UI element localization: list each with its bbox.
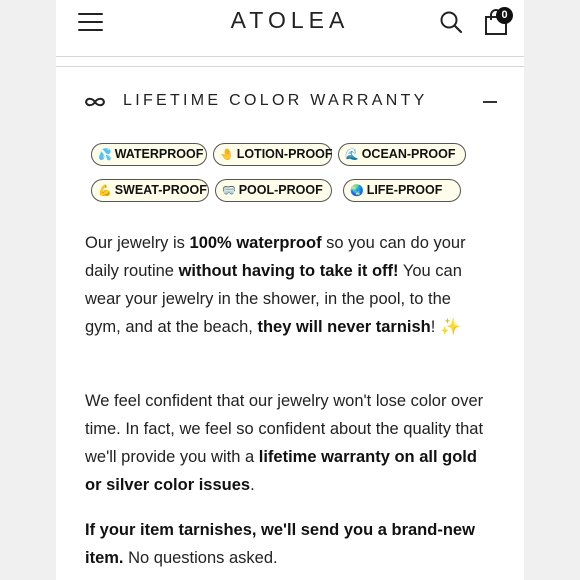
- header-divider: [56, 56, 524, 57]
- paragraph-replacement: If your item tarnishes, we'll send you a…: [85, 516, 485, 572]
- collapse-minus-icon[interactable]: [483, 101, 497, 103]
- badge-label: SWEAT-PROOF: [114, 183, 207, 197]
- section-divider: [56, 66, 524, 67]
- badge-pool-proof: 🥽 POOL-PROOF: [215, 179, 332, 202]
- bold-text: without having to take it off!: [178, 262, 399, 280]
- paragraph-warranty: We feel confident that our jewelry won't…: [85, 387, 485, 499]
- infinity-icon: [84, 97, 106, 107]
- badge-sweat-proof: 💪 SWEAT-PROOF: [91, 179, 209, 202]
- bold-text: they will never tarnish: [257, 318, 431, 336]
- muscle-icon: 💪: [98, 184, 112, 197]
- badge-label: WATERPROOF: [114, 147, 204, 161]
- cart-count-badge: 0: [496, 7, 513, 24]
- badge-label: LOTION-PROOF: [236, 147, 333, 161]
- badge-lotion-proof: 🤚 LOTION-PROOF: [213, 143, 333, 166]
- page-container: ATOLEA 0 LIFETIME COLOR WARRANTY 💦 WATERP…: [56, 0, 524, 580]
- accordion-title: LIFETIME COLOR WARRANTY: [123, 92, 428, 109]
- sparkles-icon: ✨: [439, 317, 461, 336]
- text-span: Our jewelry is: [85, 234, 190, 252]
- badge-life-proof: 🌏 LIFE-PROOF: [343, 179, 461, 202]
- accordion-header-lifetime-warranty[interactable]: LIFETIME COLOR WARRANTY: [56, 72, 524, 132]
- globe-icon: 🌏: [350, 184, 364, 197]
- badge-label: POOL-PROOF: [238, 183, 323, 197]
- wave-icon: 🌊: [345, 148, 359, 161]
- badge-label: LIFE-PROOF: [366, 183, 443, 197]
- badge-waterproof: 💦 WATERPROOF: [91, 143, 207, 166]
- text-span: !: [430, 318, 440, 336]
- badge-label: OCEAN-PROOF: [361, 147, 456, 161]
- paragraph-waterproof: Our jewelry is 100% waterproof so you ca…: [85, 229, 485, 341]
- text-span: No questions asked.: [123, 549, 278, 567]
- text-span: .: [250, 476, 255, 494]
- search-icon[interactable]: [439, 10, 463, 34]
- badge-ocean-proof: 🌊 OCEAN-PROOF: [338, 143, 466, 166]
- bold-text: 100% waterproof: [189, 234, 322, 252]
- site-header: ATOLEA 0: [56, 0, 524, 56]
- goggles-icon: 🥽: [222, 184, 236, 197]
- hand-icon: 🤚: [220, 148, 234, 161]
- water-drops-icon: 💦: [98, 148, 112, 161]
